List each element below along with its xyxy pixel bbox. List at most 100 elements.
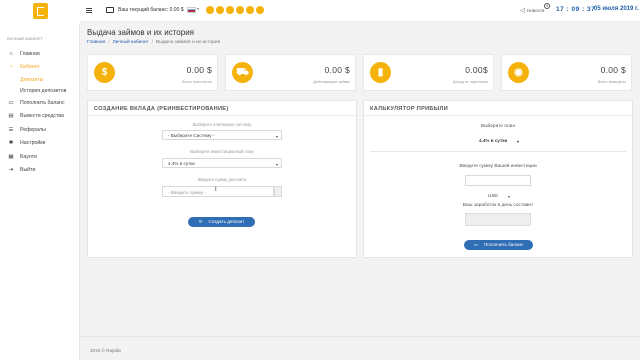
- stat-label: Всего выведено: [597, 80, 626, 84]
- sidebar-item-label: Кабинет: [20, 64, 40, 71]
- input-addon: [274, 186, 282, 197]
- news-link[interactable]: Новости: [527, 8, 544, 13]
- topbar: Ваш текущий баланс: 0.00 $ ▾ ◁ Новости 0…: [80, 0, 640, 22]
- cart-icon: ⛟: [232, 62, 253, 83]
- language-flag-icon[interactable]: [187, 7, 196, 13]
- bar-chart-icon: ▮: [370, 62, 391, 83]
- breadcrumb-cabinet[interactable]: Личный кабинет: [113, 40, 149, 45]
- currency-select[interactable]: USD ▾: [483, 191, 513, 201]
- divider: [370, 151, 626, 152]
- refresh-icon: ⟳: [198, 219, 203, 224]
- current-balance: Ваш текущий баланс: 0.00 $: [118, 7, 184, 13]
- daily-earnings-label: Ваш заработок в день составит: [462, 203, 534, 208]
- eye-icon: ◉: [508, 62, 529, 83]
- stat-value: 0.00$: [465, 65, 488, 75]
- sidebar-item-referrals[interactable]: ☰ Рефералы: [0, 123, 80, 137]
- cabinet-icon: ◔: [9, 64, 13, 71]
- amount-label: Введите сумму депозита: [197, 177, 247, 182]
- select-value: USD: [488, 193, 498, 199]
- stat-card-total-withdrawn: ◉ 0.00 $ Всего выведено: [501, 54, 632, 91]
- calc-amount-label: Введите сумму Вашей инвестиции: [459, 164, 537, 169]
- dollar-icon: $: [94, 62, 115, 83]
- stat-label: Доход от партнеров: [452, 80, 488, 84]
- daily-earnings-output: [465, 213, 531, 226]
- gear-icon: ✱: [8, 140, 14, 147]
- sidebar-item-logout[interactable]: ⇥ Выйти: [0, 164, 80, 178]
- current-date: 05 июля 2019 г.: [594, 6, 639, 12]
- social-icon[interactable]: [206, 6, 214, 14]
- withdraw-icon: ▤: [8, 113, 14, 120]
- sidebar-item-withdraw[interactable]: ▤ Вывести средства: [0, 110, 80, 124]
- sidebar-item-label: Пополнить баланс: [20, 99, 65, 106]
- wallet-icon: ▭: [8, 99, 14, 106]
- sidebar-item-label: Рефералы: [20, 126, 46, 133]
- stat-card-total-deposited: $ 0.00 $ Всего пополнено: [87, 54, 218, 91]
- chevron-down-icon: ▾: [275, 134, 278, 139]
- sidebar-item-label: Баунти: [20, 153, 37, 160]
- topup-balance-button[interactable]: ▭ Пополнить баланс: [464, 240, 533, 250]
- sidebar-item-label: Выйти: [20, 167, 36, 174]
- social-icon[interactable]: [226, 6, 234, 14]
- menu-toggle-icon[interactable]: [86, 8, 92, 13]
- sidebar-menu: ⌂ Главная ◔ Кабинет Депозиты История депоз…: [0, 47, 80, 177]
- breadcrumb-current: Выдача займов и их история: [156, 40, 221, 45]
- create-deposit-button[interactable]: ⟳ Создать депозит: [188, 217, 255, 227]
- plan-label: Выберите инвестиционный план: [190, 149, 254, 154]
- sidebar-item-label: Главная: [20, 50, 40, 57]
- sidebar-item-cabinet[interactable]: ◔ Кабинет: [0, 61, 80, 75]
- wallet-icon: ▭: [473, 242, 478, 247]
- button-label: Создать депозит: [208, 219, 245, 224]
- sidebar-subitem-deposits[interactable]: Депозиты: [0, 74, 80, 85]
- logo[interactable]: [33, 3, 48, 19]
- sidebar-item-settings[interactable]: ✱ Настройки: [0, 137, 80, 151]
- footer: 2019 © Rapida: [80, 336, 640, 360]
- sidebar-subitem-deposit-history[interactable]: История депозитов: [0, 85, 80, 96]
- system-label: Выберите платежную систему: [192, 122, 252, 127]
- select-value: 4.4% в сутки: [168, 161, 195, 167]
- stat-label: Всего пополнено: [182, 80, 212, 84]
- wallet-icon: [106, 7, 114, 13]
- social-icon[interactable]: [216, 6, 224, 14]
- stat-card-active-loans: ⛟ 0.00 $ Действующие займы: [225, 54, 356, 91]
- logo-area: [0, 0, 80, 24]
- stat-value: 0.00 $: [324, 65, 350, 75]
- sidebar-item-label: Вывести средства: [20, 113, 64, 120]
- breadcrumb-separator: /: [151, 40, 154, 45]
- logout-icon: ⇥: [8, 167, 14, 174]
- copyright: 2019 © Rapida: [90, 348, 121, 353]
- select-value: - Выберите Систему -: [168, 133, 215, 139]
- breadcrumb-home[interactable]: Главная: [87, 40, 105, 45]
- page-title: Выдача займов и их история: [87, 28, 194, 37]
- bounty-icon: ▦: [8, 153, 14, 160]
- home-icon: ⌂: [9, 50, 13, 57]
- sidebar-item-bounty[interactable]: ▦ Баунти: [0, 150, 80, 164]
- chevron-down-icon: ▾: [516, 139, 519, 144]
- users-icon: ☰: [8, 126, 14, 133]
- stat-value: 0.00 $: [186, 65, 212, 75]
- calc-plan-label: Выберите план: [480, 124, 516, 129]
- select-value: 4.4% в сутки: [479, 138, 508, 144]
- sidebar: ЛИЧНЫЙ КАБИНЕТ ⌂ Главная ◔ Кабинет Депозит…: [0, 0, 80, 360]
- chevron-down-icon[interactable]: ▾: [197, 6, 199, 11]
- payment-system-select[interactable]: - Выберите Систему - ▾: [162, 130, 282, 140]
- clock: 17 : 09 : 37: [556, 6, 596, 13]
- stat-label: Действующие займы: [313, 80, 350, 84]
- stat-card-partner-income: ▮ 0.00$ Доход от партнеров: [363, 54, 494, 91]
- sidebar-caption: ЛИЧНЫЙ КАБИНЕТ: [7, 37, 44, 41]
- calc-investment-input[interactable]: [465, 175, 531, 186]
- social-icon[interactable]: [236, 6, 244, 14]
- sidebar-item-label: Настройки: [20, 140, 46, 147]
- social-icon[interactable]: [246, 6, 254, 14]
- text-cursor-icon: I: [215, 187, 217, 193]
- megaphone-icon[interactable]: ◁: [520, 7, 525, 14]
- calc-plan-select[interactable]: 4.4% в сутки ▾: [474, 136, 522, 146]
- notification-badge[interactable]: 0: [544, 3, 550, 9]
- social-icon[interactable]: [256, 6, 264, 14]
- investment-plan-select[interactable]: 4.4% в сутки ▾: [162, 158, 282, 168]
- stat-value: 0.00 $: [600, 65, 626, 75]
- deposit-amount-input[interactable]: - Введите сумму -: [162, 186, 274, 197]
- sidebar-item-home[interactable]: ⌂ Главная: [0, 47, 80, 61]
- sidebar-item-label: История депозитов: [20, 87, 67, 94]
- sidebar-item-topup[interactable]: ▭ Пополнить баланс: [0, 96, 80, 110]
- panel-title: КАЛЬКУЛЯТОР ПРИБЫЛИ: [364, 101, 632, 116]
